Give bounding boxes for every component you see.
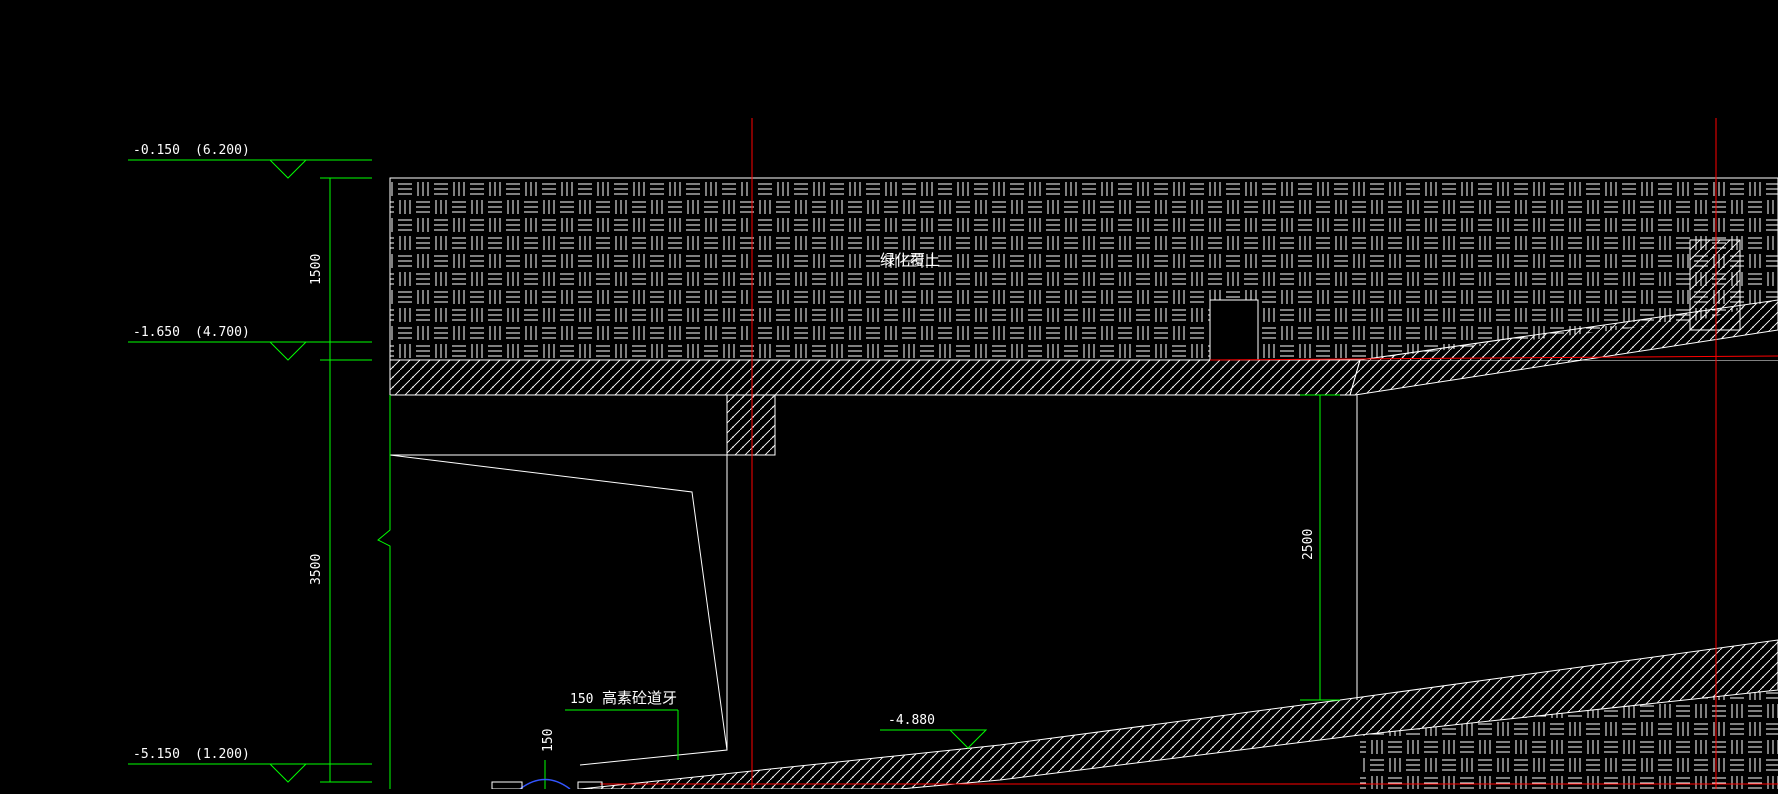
dim-150: 150: [541, 729, 556, 752]
curb-detail: [491, 778, 603, 790]
curb-size-label: 150: [570, 692, 593, 707]
wall-outline: [389, 394, 1358, 766]
level-elev-top: -0.150: [133, 143, 180, 158]
level-elev-bottom: -5.150: [133, 747, 180, 762]
level-marker-bottom: -5.150 (1.200): [128, 747, 372, 783]
level-rel-mid: (4.700): [195, 325, 250, 340]
level-marker-top: -0.150 (6.200): [128, 143, 372, 179]
level-rel-top: (6.200): [195, 143, 250, 158]
level-elev-mid: -1.650: [133, 325, 180, 340]
section-drawing: -0.150 (6.200) -1.650 (4.700) -5.150 (1.…: [128, 118, 1778, 790]
level-marker-mid: -1.650 (4.700): [128, 325, 372, 361]
ramp-slab: [579, 639, 1778, 790]
dim-3500: 3500: [309, 554, 324, 585]
dim-2500: 2500: [1301, 529, 1316, 560]
soil-cover-label: 绿化覆土: [880, 251, 940, 269]
curb-label: 高素砼道牙: [602, 689, 677, 707]
level-marker-ramp: -4.880: [880, 713, 988, 749]
cad-drawing-canvas[interactable]: -0.150 (6.200) -1.650 (4.700) -5.150 (1.…: [0, 0, 1778, 790]
dim-1500: 1500: [309, 254, 324, 285]
level-rel-bottom: (1.200): [195, 747, 250, 762]
level-elev-ramp: -4.880: [888, 713, 935, 728]
